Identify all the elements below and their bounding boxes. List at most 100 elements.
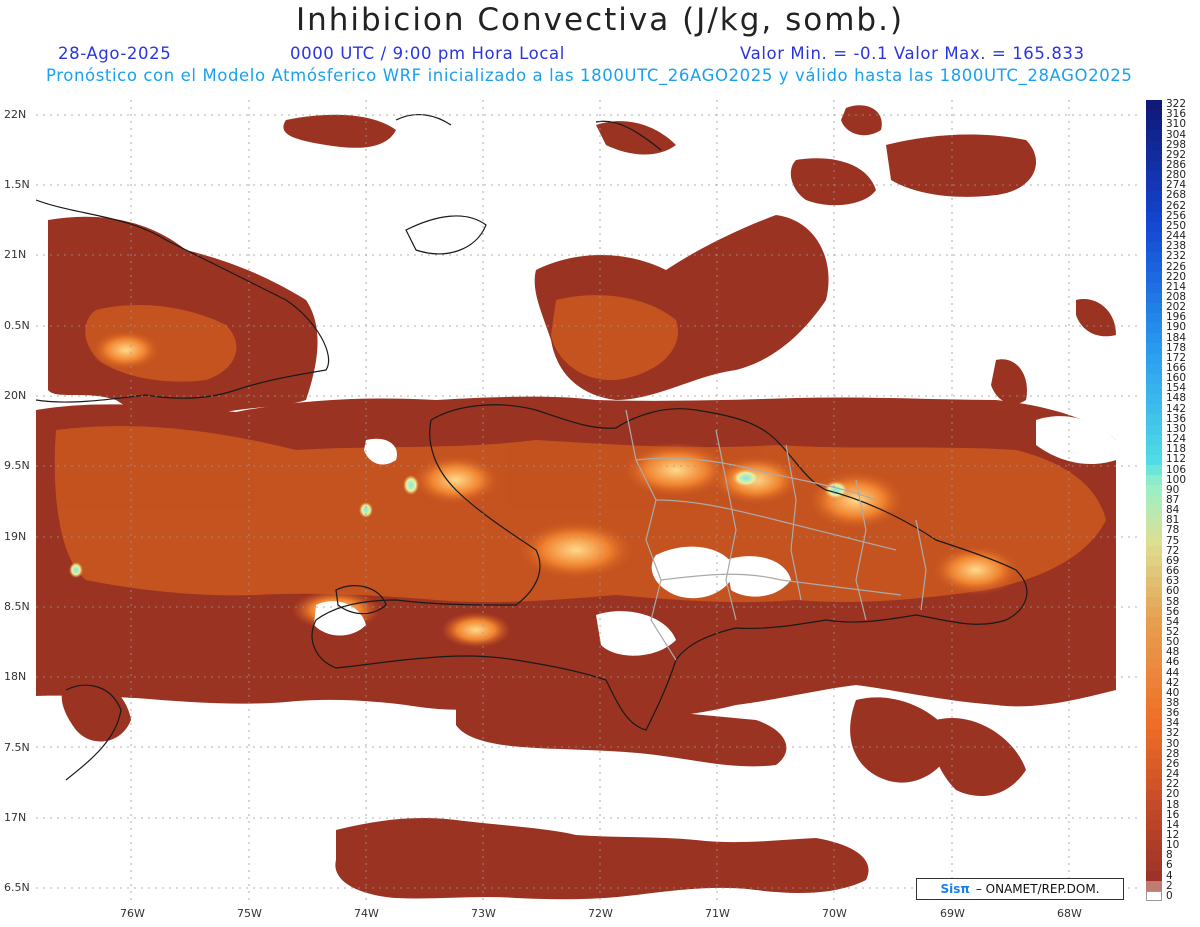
colorbar-swatch [1146, 617, 1162, 628]
min-max-values: Valor Min. = -0.1 Valor Max. = 165.833 [740, 44, 1085, 63]
credit-text: – ONAMET/REP.DOM. [975, 882, 1100, 896]
lon-label: 73W [471, 907, 496, 920]
colorbar-swatch [1146, 150, 1162, 161]
colorbar-tick-label: 60 [1166, 585, 1180, 598]
lat-label: 17N [4, 811, 27, 824]
colorbar-swatch [1146, 890, 1162, 902]
colorbar-swatch [1146, 495, 1162, 506]
colorbar-swatch [1146, 769, 1162, 780]
colorbar-swatch [1146, 647, 1162, 658]
lat-label: 8.5N [4, 600, 30, 613]
colorbar-swatch [1146, 799, 1162, 810]
colorbar-tick-label: 0 [1166, 889, 1173, 902]
colorbar-swatch [1146, 779, 1162, 790]
colorbar-swatch [1146, 546, 1162, 557]
colorbar-swatch [1146, 404, 1162, 415]
colorbar-swatch [1146, 130, 1162, 141]
colorbar-swatch [1146, 231, 1162, 242]
lon-label: 75W [237, 907, 262, 920]
colorbar-tick-label: 226 [1166, 260, 1187, 273]
credit-box: Sisπ – ONAMET/REP.DOM. [916, 878, 1124, 900]
colorbar-swatch [1146, 596, 1162, 608]
colorbar-tick-label: 46 [1166, 656, 1180, 669]
colorbar-swatch [1146, 738, 1162, 749]
colorbar-swatch [1146, 160, 1162, 171]
colorbar-swatch [1146, 120, 1162, 131]
colorbar-swatch [1146, 312, 1162, 324]
colorbar-swatch [1146, 536, 1162, 547]
colorbar-swatch [1146, 292, 1162, 303]
colorbar-swatch [1146, 718, 1162, 729]
colorbar-swatch [1146, 505, 1162, 516]
colorbar-swatch [1146, 607, 1162, 618]
colorbar-swatch [1146, 556, 1162, 567]
colorbar-swatch [1146, 586, 1162, 597]
colorbar-swatch [1146, 353, 1162, 364]
colorbar-swatch [1146, 880, 1162, 891]
lat-label: 0.5N [4, 319, 30, 332]
colorbar-swatch [1146, 140, 1162, 151]
colorbar-swatch [1146, 667, 1162, 679]
colorbar-swatch [1146, 333, 1162, 344]
colorbar-swatch [1146, 566, 1162, 577]
colorbar-swatch [1146, 110, 1162, 121]
colorbar-swatch [1146, 708, 1162, 719]
colorbar-tick-label: 232 [1166, 250, 1187, 263]
colorbar-swatch [1146, 475, 1162, 486]
forecast-date: 28-Ago-2025 [58, 44, 172, 63]
colorbar-tick-label: 32 [1166, 727, 1180, 740]
lat-label: 21N [4, 248, 27, 261]
model-description: Pronóstico con el Modelo Atmósferico WRF… [46, 66, 1133, 85]
colorbar-tick-label: 310 [1166, 118, 1187, 131]
lon-label: 74W [354, 907, 379, 920]
colorbar-swatch [1146, 465, 1162, 476]
colorbar-swatch [1146, 698, 1162, 709]
colorbar-swatch [1146, 170, 1162, 182]
colorbar-swatch [1146, 576, 1162, 587]
colorbar-swatch [1146, 241, 1162, 253]
colorbar-tick-label: 112 [1166, 453, 1187, 466]
colorbar-swatch [1146, 444, 1162, 455]
colorbar-swatch [1146, 343, 1162, 354]
colorbar-swatch [1146, 840, 1162, 851]
colorbar-swatch [1146, 759, 1162, 770]
colorbar-swatch [1146, 728, 1162, 739]
colorbar-swatch [1146, 637, 1162, 648]
lat-label: 6.5N [4, 881, 30, 894]
lat-label: 7.5N [4, 741, 30, 754]
lon-label: 72W [588, 907, 613, 920]
colorbar-swatch [1146, 424, 1162, 435]
lon-label: 69W [940, 907, 965, 920]
colorbar-swatch [1146, 657, 1162, 668]
lon-label: 71W [705, 907, 730, 920]
colorbar-swatch [1146, 789, 1162, 800]
map-title: Inhibicion Convectiva (J/kg, somb.) [295, 2, 905, 38]
colorbar-swatch [1146, 749, 1162, 760]
colorbar-tick-label: 78 [1166, 524, 1180, 537]
colorbar-swatch [1146, 454, 1162, 466]
colorbar-swatch [1146, 282, 1162, 293]
colorbar-tick-label: 6 [1166, 859, 1173, 872]
colorbar-swatch [1146, 688, 1162, 699]
lat-label: 19N [4, 530, 27, 543]
lat-label: 18N [4, 670, 27, 683]
lat-label: 9.5N [4, 459, 30, 472]
colorbar-tick-label: 148 [1166, 392, 1187, 405]
colorbar-swatch [1146, 383, 1162, 395]
colorbar-swatch [1146, 181, 1162, 192]
colorbar-swatch [1146, 809, 1162, 820]
colorbar-swatch [1146, 201, 1162, 212]
colorbar-swatch [1146, 627, 1162, 638]
colorbar-swatch [1146, 414, 1162, 425]
colorbar-swatch [1146, 302, 1162, 313]
colorbar-swatch [1146, 262, 1162, 273]
lon-label: 76W [120, 907, 145, 920]
colorbar-swatch [1146, 515, 1162, 526]
colorbar-swatch [1146, 485, 1162, 496]
lat-label: 22N [4, 108, 27, 121]
sispi-logo: Sisπ [940, 882, 970, 896]
colorbar-swatch [1146, 860, 1162, 871]
colorbar-swatch [1146, 819, 1162, 831]
colorbar-swatch [1146, 191, 1162, 202]
colorbar-swatch [1146, 373, 1162, 384]
